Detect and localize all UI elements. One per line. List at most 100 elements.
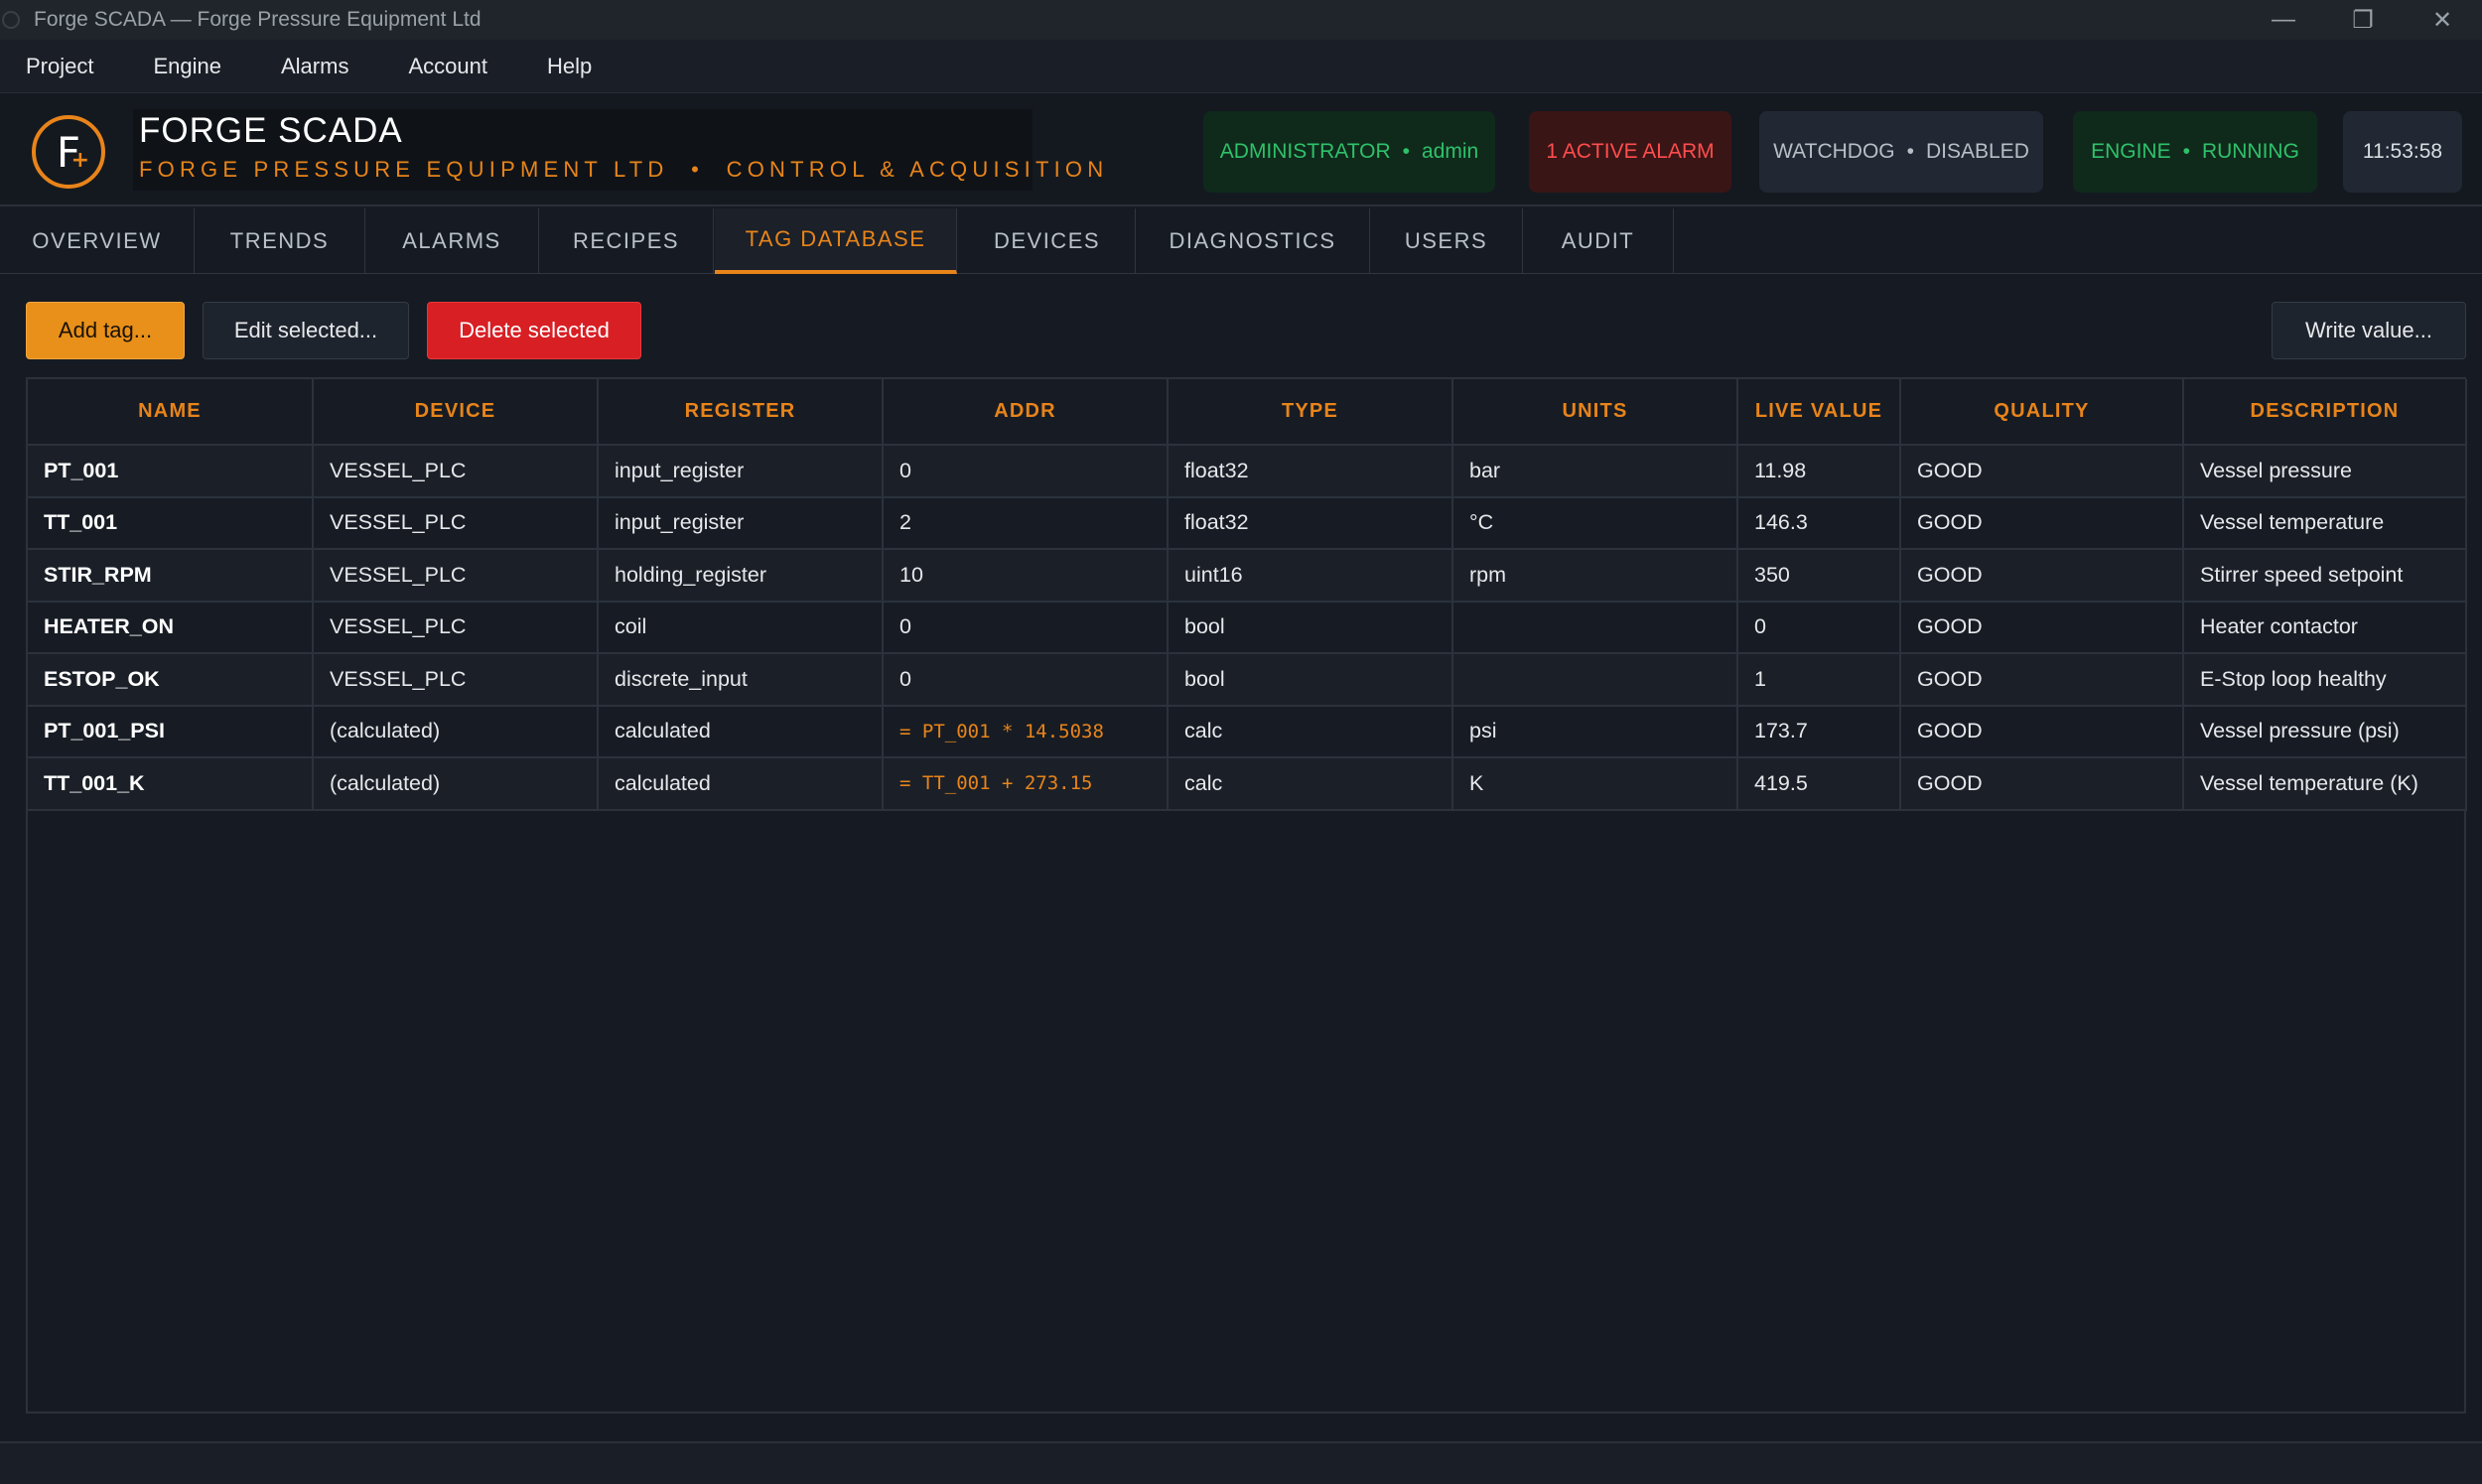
- cell-units: K: [1452, 757, 1738, 811]
- tab-audit[interactable]: AUDIT: [1523, 208, 1674, 274]
- cell-units: psi: [1452, 705, 1738, 758]
- table-row[interactable]: PT_001_PSI (calculated) calculated = PT_…: [28, 705, 2467, 758]
- engine-label: ENGINE: [2091, 140, 2171, 163]
- cell-live-value: 11.98: [1737, 445, 1901, 498]
- cell-device: (calculated): [313, 705, 599, 758]
- window-title: Forge SCADA — Forge Pressure Equipment L…: [34, 8, 482, 31]
- logo-plus: +: [70, 148, 89, 173]
- cell-name: PT_001_PSI: [28, 705, 314, 758]
- cell-description: E-Stop loop healthy: [2183, 653, 2467, 707]
- watchdog-state: DISABLED: [1925, 140, 2029, 163]
- brand-block: FORGE SCADA FORGE PRESSURE EQUIPMENT LTD…: [133, 109, 1103, 191]
- tab-diagnostics[interactable]: DIAGNOSTICS: [1136, 208, 1370, 274]
- cell-addr: 0: [883, 445, 1169, 498]
- engine-status-badge[interactable]: ENGINE • RUNNING: [2073, 111, 2317, 193]
- forge-logo-icon: F +: [32, 115, 105, 189]
- table-row[interactable]: PT_001 VESSEL_PLC input_register 0 float…: [28, 445, 2467, 498]
- column-header-quality[interactable]: QUALITY: [1900, 379, 2184, 446]
- cell-register: holding_register: [598, 549, 884, 603]
- cell-live-value: 173.7: [1737, 705, 1901, 758]
- column-header-type[interactable]: TYPE: [1168, 379, 1453, 446]
- cell-device: VESSEL_PLC: [313, 549, 599, 603]
- menu-engine[interactable]: Engine: [153, 54, 221, 79]
- cell-addr-expression: = PT_001 * 14.5038: [883, 705, 1169, 758]
- cell-quality: GOOD: [1900, 757, 2184, 811]
- watchdog-status-badge[interactable]: WATCHDOG • DISABLED: [1759, 111, 2043, 193]
- cell-units: bar: [1452, 445, 1738, 498]
- cell-type: calc: [1168, 757, 1453, 811]
- role-label: ADMINISTRATOR: [1219, 140, 1391, 163]
- cell-type: calc: [1168, 705, 1453, 758]
- column-header-register[interactable]: REGISTER: [598, 379, 884, 446]
- cell-device: VESSEL_PLC: [313, 601, 599, 654]
- user-role-badge[interactable]: ADMINISTRATOR • admin: [1203, 111, 1495, 193]
- tab-recipes[interactable]: RECIPES: [539, 208, 714, 274]
- column-header-device[interactable]: DEVICE: [313, 379, 599, 446]
- cell-units: [1452, 653, 1738, 707]
- cell-device: VESSEL_PLC: [313, 653, 599, 707]
- engine-state: RUNNING: [2201, 140, 2299, 163]
- cell-register: coil: [598, 601, 884, 654]
- column-header-description[interactable]: DESCRIPTION: [2183, 379, 2467, 446]
- write-value-button[interactable]: Write value...: [2272, 302, 2466, 359]
- cell-units: rpm: [1452, 549, 1738, 603]
- cell-live-value: 350: [1737, 549, 1901, 603]
- table-row[interactable]: STIR_RPM VESSEL_PLC holding_register 10 …: [28, 549, 2467, 603]
- app-header: F + FORGE SCADA FORGE PRESSURE EQUIPMENT…: [0, 93, 2482, 206]
- cell-register: calculated: [598, 757, 884, 811]
- tab-trends[interactable]: TRENDS: [195, 208, 365, 274]
- cell-register: input_register: [598, 496, 884, 550]
- tab-devices[interactable]: DEVICES: [959, 208, 1136, 274]
- close-icon[interactable]: ✕: [2403, 0, 2482, 40]
- menu-project[interactable]: Project: [26, 54, 93, 79]
- table-row[interactable]: ESTOP_OK VESSEL_PLC discrete_input 0 boo…: [28, 653, 2467, 707]
- table-row[interactable]: TT_001_K (calculated) calculated = TT_00…: [28, 757, 2467, 811]
- edit-selected-button[interactable]: Edit selected...: [203, 302, 409, 359]
- cell-register: calculated: [598, 705, 884, 758]
- menu-help[interactable]: Help: [547, 54, 592, 79]
- tag-table: NAME DEVICE REGISTER ADDR TYPE UNITS LIV…: [28, 379, 2467, 811]
- cell-name: TT_001: [28, 496, 314, 550]
- cell-units: [1452, 601, 1738, 654]
- tab-alarms[interactable]: ALARMS: [365, 208, 539, 274]
- column-header-name[interactable]: NAME: [28, 379, 314, 446]
- user-name: admin: [1422, 140, 1479, 163]
- cell-type: float32: [1168, 445, 1453, 498]
- cell-description: Vessel temperature: [2183, 496, 2467, 550]
- menu-alarms[interactable]: Alarms: [281, 54, 348, 79]
- main-tabs: OVERVIEW TRENDS ALARMS RECIPES TAG DATAB…: [0, 208, 2482, 274]
- separator-dot: •: [1906, 140, 1914, 163]
- column-header-live-value[interactable]: LIVE VALUE: [1737, 379, 1901, 446]
- tab-tag-database[interactable]: TAG DATABASE: [715, 208, 957, 274]
- cell-name: PT_001: [28, 445, 314, 498]
- column-header-addr[interactable]: ADDR: [883, 379, 1169, 446]
- cell-description: Vessel temperature (K): [2183, 757, 2467, 811]
- column-header-units[interactable]: UNITS: [1452, 379, 1738, 446]
- alarm-count-text: 1 ACTIVE ALARM: [1546, 140, 1715, 163]
- add-tag-button[interactable]: Add tag...: [26, 302, 185, 359]
- cell-addr: 0: [883, 653, 1169, 707]
- restore-icon[interactable]: ❐: [2323, 0, 2403, 40]
- cell-device: VESSEL_PLC: [313, 496, 599, 550]
- cell-device: (calculated): [313, 757, 599, 811]
- cell-live-value: 419.5: [1737, 757, 1901, 811]
- cell-quality: GOOD: [1900, 496, 2184, 550]
- minimize-icon[interactable]: —: [2244, 0, 2323, 40]
- table-row[interactable]: HEATER_ON VESSEL_PLC coil 0 bool 0 GOOD …: [28, 601, 2467, 654]
- cell-type: uint16: [1168, 549, 1453, 603]
- menu-account[interactable]: Account: [408, 54, 487, 79]
- clock-display: 11:53:58: [2343, 111, 2462, 193]
- cell-device: VESSEL_PLC: [313, 445, 599, 498]
- cell-name: STIR_RPM: [28, 549, 314, 603]
- cell-quality: GOOD: [1900, 549, 2184, 603]
- app-title: FORGE SCADA: [139, 111, 403, 150]
- tab-users[interactable]: USERS: [1370, 208, 1523, 274]
- tag-table-container[interactable]: NAME DEVICE REGISTER ADDR TYPE UNITS LIV…: [26, 377, 2467, 1414]
- cell-type: float32: [1168, 496, 1453, 550]
- app-icon: [2, 11, 20, 29]
- active-alarm-badge[interactable]: 1 ACTIVE ALARM: [1529, 111, 1731, 193]
- tab-overview[interactable]: OVERVIEW: [0, 208, 195, 274]
- table-row[interactable]: TT_001 VESSEL_PLC input_register 2 float…: [28, 496, 2467, 550]
- delete-selected-button[interactable]: Delete selected: [427, 302, 641, 359]
- app-subtitle: FORGE PRESSURE EQUIPMENT LTD • CONTROL &…: [139, 157, 1108, 183]
